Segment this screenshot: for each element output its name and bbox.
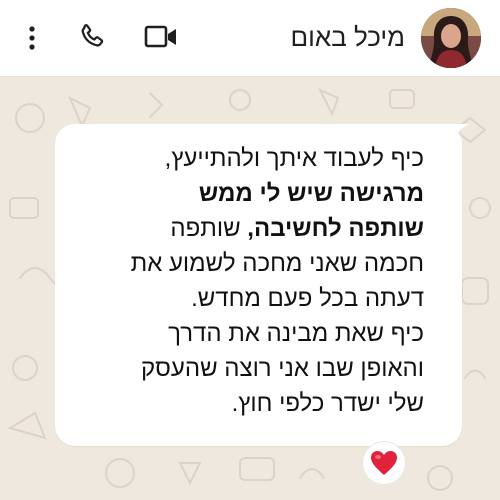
reaction-badge[interactable] [362,441,406,485]
video-call-icon[interactable] [144,24,178,50]
phone-call-icon[interactable] [77,22,107,52]
message-line: שותפה לחשיבה, שותפה [64,211,424,246]
message-line: שלי ישדר כלפי חוץ. [231,390,424,417]
red-heart-icon [371,451,397,475]
avatar[interactable] [421,8,481,68]
message-line: כיף לעבוד איתך ולהתייעץ, [164,145,424,172]
message-line: כיף שאת מבינה את הדרך [168,320,424,347]
message-text: כיף לעבוד איתך ולהתייעץ, מרגישה שיש לי מ… [64,141,424,421]
message-line: דעתה בכל פעם מחדש. [191,285,424,312]
contact-name[interactable]: מיכל באום [291,22,406,53]
message-line: חכמה שאני מחכה לשמוע את [130,250,424,277]
bubble-tail [440,124,470,148]
more-vertical-icon[interactable] [22,24,42,52]
chat-header: מיכל באום [0,0,500,77]
message-bold-span: שותפה לחשיבה, [247,215,424,242]
message-span: שותפה [170,215,248,242]
message-line: והאופן שבו אני רוצה שהעסק [141,355,424,382]
message-line-bold: מרגישה שיש לי ממש [198,180,424,207]
